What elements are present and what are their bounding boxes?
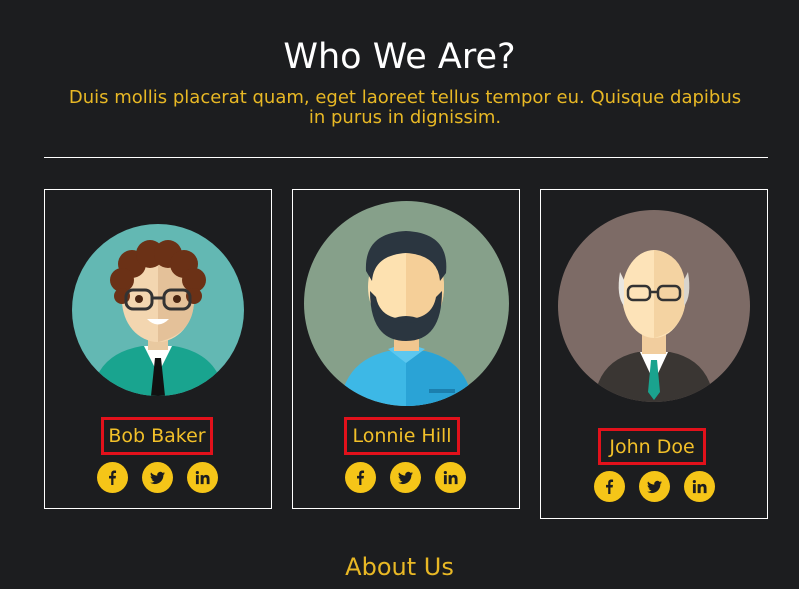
avatar [304, 201, 509, 406]
team-card-2: Lonnie Hill [292, 189, 520, 509]
linkedin-icon[interactable] [435, 462, 466, 493]
social-links [594, 471, 715, 502]
page-title: Who We Are? [283, 37, 516, 78]
linkedin-icon[interactable] [684, 471, 715, 502]
member-name: John Doe [598, 428, 706, 465]
divider [44, 157, 768, 158]
intro-text: Duis mollis placerat quam, eget laoreet … [68, 87, 742, 128]
social-links [97, 462, 218, 493]
avatar [558, 210, 750, 402]
facebook-icon[interactable] [97, 462, 128, 493]
social-links [345, 462, 466, 493]
about-heading: About Us [345, 553, 454, 581]
facebook-icon[interactable] [345, 462, 376, 493]
team-card-1: Bob Baker [44, 189, 272, 509]
member-name: Lonnie Hill [344, 417, 460, 455]
twitter-icon[interactable] [142, 462, 173, 493]
member-name: Bob Baker [101, 417, 213, 455]
twitter-icon[interactable] [390, 462, 421, 493]
facebook-icon[interactable] [594, 471, 625, 502]
team-card-3: John Doe [540, 189, 768, 519]
twitter-icon[interactable] [639, 471, 670, 502]
avatar [72, 224, 244, 396]
linkedin-icon[interactable] [187, 462, 218, 493]
